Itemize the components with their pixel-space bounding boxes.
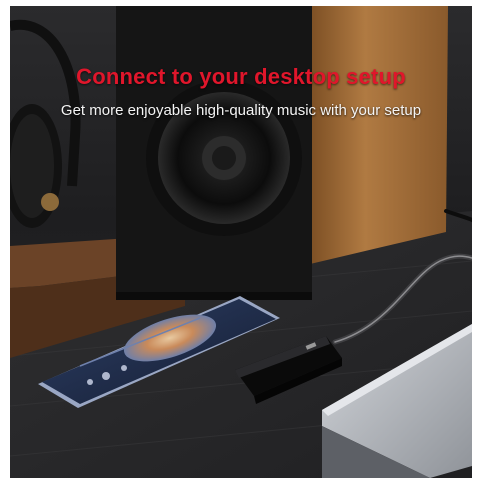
banner-headline: Connect to your desktop setup [76,64,406,89]
banner-subline: Get more enjoyable high-quality music wi… [60,102,422,119]
product-image: Connect to your desktop setup Get more e… [10,6,472,478]
